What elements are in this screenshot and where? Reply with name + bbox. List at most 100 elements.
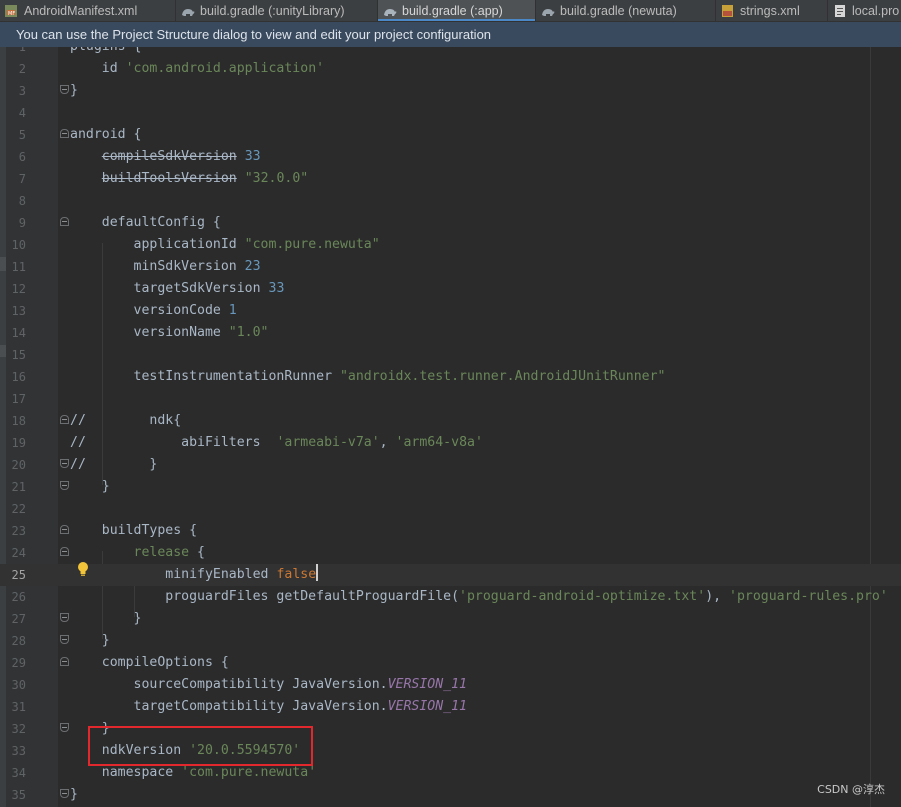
code-text: // } [70,457,158,472]
code-text: targetCompatibility JavaVersion.VERSION_… [70,699,467,714]
code-line[interactable]: 27 } [0,608,901,630]
gradle-icon [540,4,556,18]
watermark: CSDN @淳杰 [817,783,885,796]
code-text: } [70,633,110,648]
code-line[interactable]: 13 versionCode 1 [0,300,901,322]
ndk-version-highlight-box [88,726,313,766]
code-line[interactable]: 7 buildToolsVersion "32.0.0" [0,168,901,190]
code-line[interactable]: 12 targetSdkVersion 33 [0,278,901,300]
code-line[interactable]: 15 [0,344,901,366]
tab-build-gradle-unitylibrary[interactable]: build.gradle (:unityLibrary) [176,0,378,21]
code-text: testInstrumentationRunner "androidx.test… [70,369,666,384]
code-line[interactable]: 20 // } [0,454,901,476]
line-number: 23 [11,524,26,538]
code-text: } [70,611,142,626]
line-number: 26 [11,590,26,604]
code-text: } [70,83,78,98]
code-text: compileSdkVersion 33 [101,149,261,164]
code-text: id 'com.android.application' [70,61,325,76]
line-number: 32 [11,722,26,736]
lightbulb-intention-icon[interactable] [76,561,90,579]
code-text: release { [133,545,205,560]
code-line[interactable]: 14 versionName "1.0" [0,322,901,344]
line-number: 9 [18,216,26,230]
code-line[interactable]: 31 targetCompatibility JavaVersion.VERSI… [0,696,901,718]
code-line[interactable]: 24 release { [0,542,901,564]
code-line[interactable]: 6 compileSdkVersion 33 [0,146,901,168]
code-line[interactable]: 25 minifyEnabled false [0,564,901,586]
line-number: 33 [11,744,26,758]
code-editor[interactable]: 1plugins {2 id 'com.android.application'… [0,47,901,807]
line-number: 8 [18,194,26,208]
line-number: 25 [11,568,26,582]
line-number: 12 [11,282,26,296]
code-line[interactable]: 16 testInstrumentationRunner "androidx.t… [0,366,901,388]
line-number: 20 [11,458,26,472]
line-number: 30 [11,678,26,692]
code-text: // ndk{ [70,413,182,428]
code-line[interactable]: 21 } [0,476,901,498]
line-number: 2 [18,62,26,76]
code-line[interactable]: 9 defaultConfig { [0,212,901,234]
code-text: plugins { [70,47,141,58]
code-line[interactable]: 8 [0,190,901,212]
code-line[interactable]: 18 // ndk{ [0,410,901,432]
line-number: 1 [18,47,26,54]
code-line[interactable]: 2 id 'com.android.application' [0,58,901,80]
code-line[interactable]: 19 // abiFilters 'armeabi-v7a', 'arm64-v8… [0,432,901,454]
tab-strings-xml[interactable]: strings.xml [716,0,828,21]
code-text: android { [70,127,142,142]
gradle-icon [382,4,398,18]
line-number: 3 [18,84,26,98]
code-line[interactable]: 10 applicationId "com.pure.newuta" [0,234,901,256]
code-line[interactable]: 17 [0,388,901,410]
properties-file-icon [832,4,848,18]
svg-text:MF: MF [8,11,15,17]
line-number: 28 [11,634,26,648]
line-number: 22 [11,502,26,516]
tab-local-properties[interactable]: local.pro [828,0,901,21]
code-text: minifyEnabled false [70,564,319,586]
code-line[interactable]: 3} [0,80,901,102]
code-line[interactable]: 5 android { [0,124,901,146]
line-number: 16 [11,370,26,384]
code-line[interactable]: 26 proguardFiles getDefaultProguardFile(… [0,586,901,608]
line-number: 15 [11,348,26,362]
code-text: buildTypes { [70,523,198,538]
line-number: 6 [18,150,26,164]
tab-label: strings.xml [740,3,800,18]
code-line[interactable]: 4 [0,102,901,124]
code-text: versionCode 1 [70,303,237,318]
code-text: minSdkVersion 23 [70,259,261,274]
line-number: 29 [11,656,26,670]
tab-label: build.gradle (:unityLibrary) [200,3,345,18]
code-line[interactable]: 11 minSdkVersion 23 [0,256,901,278]
tab-build-gradle-newuta[interactable]: build.gradle (newuta) [536,0,716,21]
gradle-icon [180,4,196,18]
code-text: sourceCompatibility JavaVersion.VERSION_… [70,677,467,692]
line-number: 34 [11,766,26,780]
code-line[interactable]: 35} [0,784,901,806]
line-number: 24 [11,546,26,560]
code-line[interactable]: 28 } [0,630,901,652]
code-line[interactable]: 29 compileOptions { [0,652,901,674]
code-line[interactable]: 30 sourceCompatibility JavaVersion.VERSI… [0,674,901,696]
tab-build-gradle-app[interactable]: build.gradle (:app) [378,0,536,21]
tab-androidmanifest[interactable]: MF AndroidManifest.xml [0,0,176,21]
project-structure-banner[interactable]: You can use the Project Structure dialog… [0,22,901,47]
line-number: 11 [11,260,26,274]
code-text: // abiFilters 'armeabi-v7a', 'arm64-v8a' [70,435,483,450]
line-number: 5 [18,128,26,142]
tab-label: build.gradle (newuta) [560,3,677,18]
editor-tab-bar: MF AndroidManifest.xml build.gradle (:un… [0,0,901,22]
line-number: 27 [11,612,26,626]
manifest-file-icon: MF [4,4,20,18]
code-line[interactable]: 1 plugins { [0,47,901,58]
code-line[interactable]: 22 [0,498,901,520]
code-text: defaultConfig { [70,215,221,230]
code-text: } [70,787,78,802]
line-number: 14 [11,326,26,340]
tab-label: local.pro [852,3,900,18]
code-text: targetSdkVersion 33 [70,281,285,296]
code-line[interactable]: 23 buildTypes { [0,520,901,542]
